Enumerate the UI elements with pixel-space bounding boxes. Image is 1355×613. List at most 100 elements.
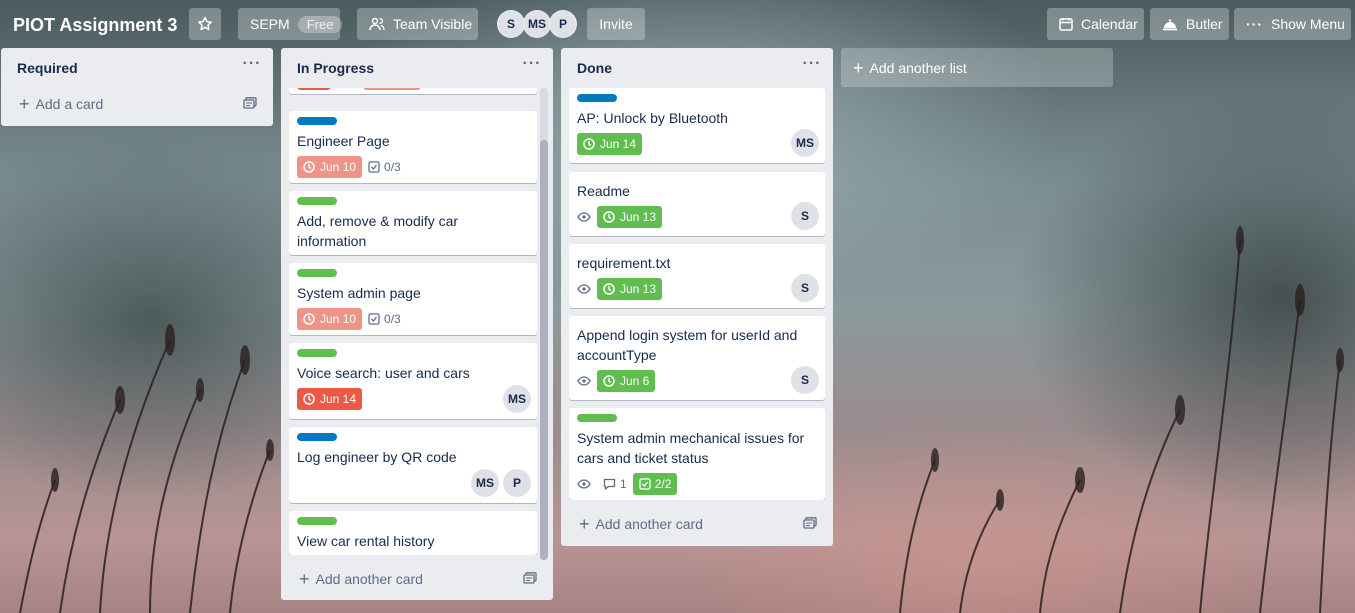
list-card[interactable]: View car rental history [289,511,537,555]
plus-icon: + [579,514,590,534]
list-title[interactable]: Required [17,60,78,76]
list-card[interactable]: System admin mechanical issues for cars … [569,408,825,500]
eye-icon [577,284,591,294]
list-card[interactable]: Engineer Page Jun 10 0/3 [289,111,537,183]
star-icon [197,16,213,31]
due-date: Jun 6 [620,374,650,388]
member-avatar[interactable]: P [503,469,531,497]
list-card[interactable]: Log engineer by QR code MS P [289,427,537,503]
list-card[interactable]: System admin page Jun 10 0/3 [289,263,537,335]
list-scrollbar[interactable] [540,88,548,560]
card-label [297,433,337,441]
checklist-count: 2/2 [654,477,672,491]
calendar-label: Calendar [1081,16,1138,32]
card-members: S [791,274,819,302]
invite-button[interactable]: Invite [587,8,645,40]
member-avatar[interactable]: MS [471,469,499,497]
add-list-button[interactable]: + Add another list [841,48,1113,87]
team-icon [369,17,385,31]
list-menu-icon[interactable]: ··· [801,56,823,79]
card-badges: Jun 14 [577,132,817,156]
card-badges: Jun 14 [297,387,529,411]
calendar-button[interactable]: Calendar [1047,8,1144,40]
checklist-icon [368,161,380,173]
due-badge [363,88,421,90]
card-label [577,94,617,102]
checklist-icon [639,478,651,490]
member-avatar[interactable]: S [497,10,525,38]
due-date: Jun 10 [320,160,357,174]
checklist-badge: 0/3 [368,312,401,326]
due-date-badge[interactable]: Jun 14 [297,388,363,410]
clock-icon [303,313,315,325]
list-card[interactable] [289,88,537,94]
card-badges: Jun 10 0/3 [297,307,529,331]
member-avatar[interactable]: S [791,202,819,230]
card-title: Readme [577,183,630,199]
star-button[interactable] [189,8,221,40]
member-avatar[interactable]: P [549,10,577,38]
butler-bell-icon [1163,19,1177,31]
add-list-label: Add another list [869,59,967,76]
clock-icon [603,211,615,223]
card-label [297,117,337,125]
visibility-button[interactable]: Team Visible [357,8,478,40]
list-card[interactable]: Add, remove & modify car information [289,191,537,255]
board-title[interactable]: PIOT Assignment 3 [13,12,177,38]
list-menu-icon[interactable]: ··· [521,56,543,79]
show-menu-button[interactable]: ··· Show Menu [1234,8,1351,40]
list-in-progress: In Progress ··· Engineer Page Jun 10 0/3 [281,48,553,600]
member-avatar[interactable]: MS [523,10,551,38]
eye-icon [577,212,591,222]
member-avatar[interactable]: MS [503,385,531,413]
due-date-badge[interactable]: Jun 14 [577,133,643,155]
list-card[interactable]: AP: Unlock by Bluetooth Jun 14 MS [569,88,825,163]
card-title: System admin mechanical issues for cars … [577,430,805,466]
list-title[interactable]: Done [577,60,612,76]
checklist-count: 0/3 [384,160,401,174]
due-date-badge[interactable]: Jun 6 [597,370,656,392]
card-label [577,414,617,422]
clock-icon [603,283,615,295]
list-card[interactable]: requirement.txt Jun 13 S [569,244,825,308]
card-template-icon[interactable] [523,572,537,584]
member-avatar[interactable]: MS [791,129,819,157]
list-required: Required ··· + Add a card [1,48,273,126]
eye-icon [577,479,591,489]
due-date-badge[interactable]: Jun 13 [597,278,663,300]
add-card-button[interactable]: + Add a card [9,89,265,119]
butler-button[interactable]: Butler [1150,8,1229,40]
board-header: PIOT Assignment 3 SEPM Free Team Visible… [0,0,1355,48]
plan-badge: Free [297,15,343,33]
card-template-icon[interactable] [803,517,817,529]
team-button[interactable]: SEPM Free [238,8,343,40]
due-date: Jun 13 [620,210,657,224]
list-title[interactable]: In Progress [297,60,374,76]
scrollbar-thumb[interactable] [540,140,548,560]
card-members: S [791,366,819,394]
card-list: AP: Unlock by Bluetooth Jun 14 MS Readme… [569,88,825,500]
list-card[interactable]: Voice search: user and cars Jun 14 MS [289,343,537,419]
card-title: requirement.txt [577,255,671,271]
checklist-badge: 0/3 [368,160,401,174]
list-card[interactable]: Readme Jun 13 S [569,172,825,236]
clock-icon [303,393,315,405]
clock-icon [603,375,615,387]
list-card[interactable]: Append login system for userId and accou… [569,316,825,400]
due-date-badge[interactable]: Jun 13 [597,206,663,228]
add-card-button[interactable]: + Add another card [569,509,825,539]
card-title: Append login system for userId and accou… [577,327,798,363]
due-date: Jun 13 [620,282,657,296]
card-label [297,269,337,277]
list-menu-icon[interactable]: ··· [241,56,263,79]
card-template-icon[interactable] [243,97,257,109]
card-members: MS P [471,469,531,497]
card-title: AP: Unlock by Bluetooth [577,110,728,126]
add-card-button[interactable]: + Add another card [289,564,545,594]
due-date-badge[interactable]: Jun 10 [297,308,363,330]
add-card-label: Add another card [595,516,703,532]
member-avatar[interactable]: S [791,274,819,302]
due-date-badge[interactable]: Jun 10 [297,156,363,178]
member-avatar[interactable]: S [791,366,819,394]
comment-icon [603,478,616,490]
